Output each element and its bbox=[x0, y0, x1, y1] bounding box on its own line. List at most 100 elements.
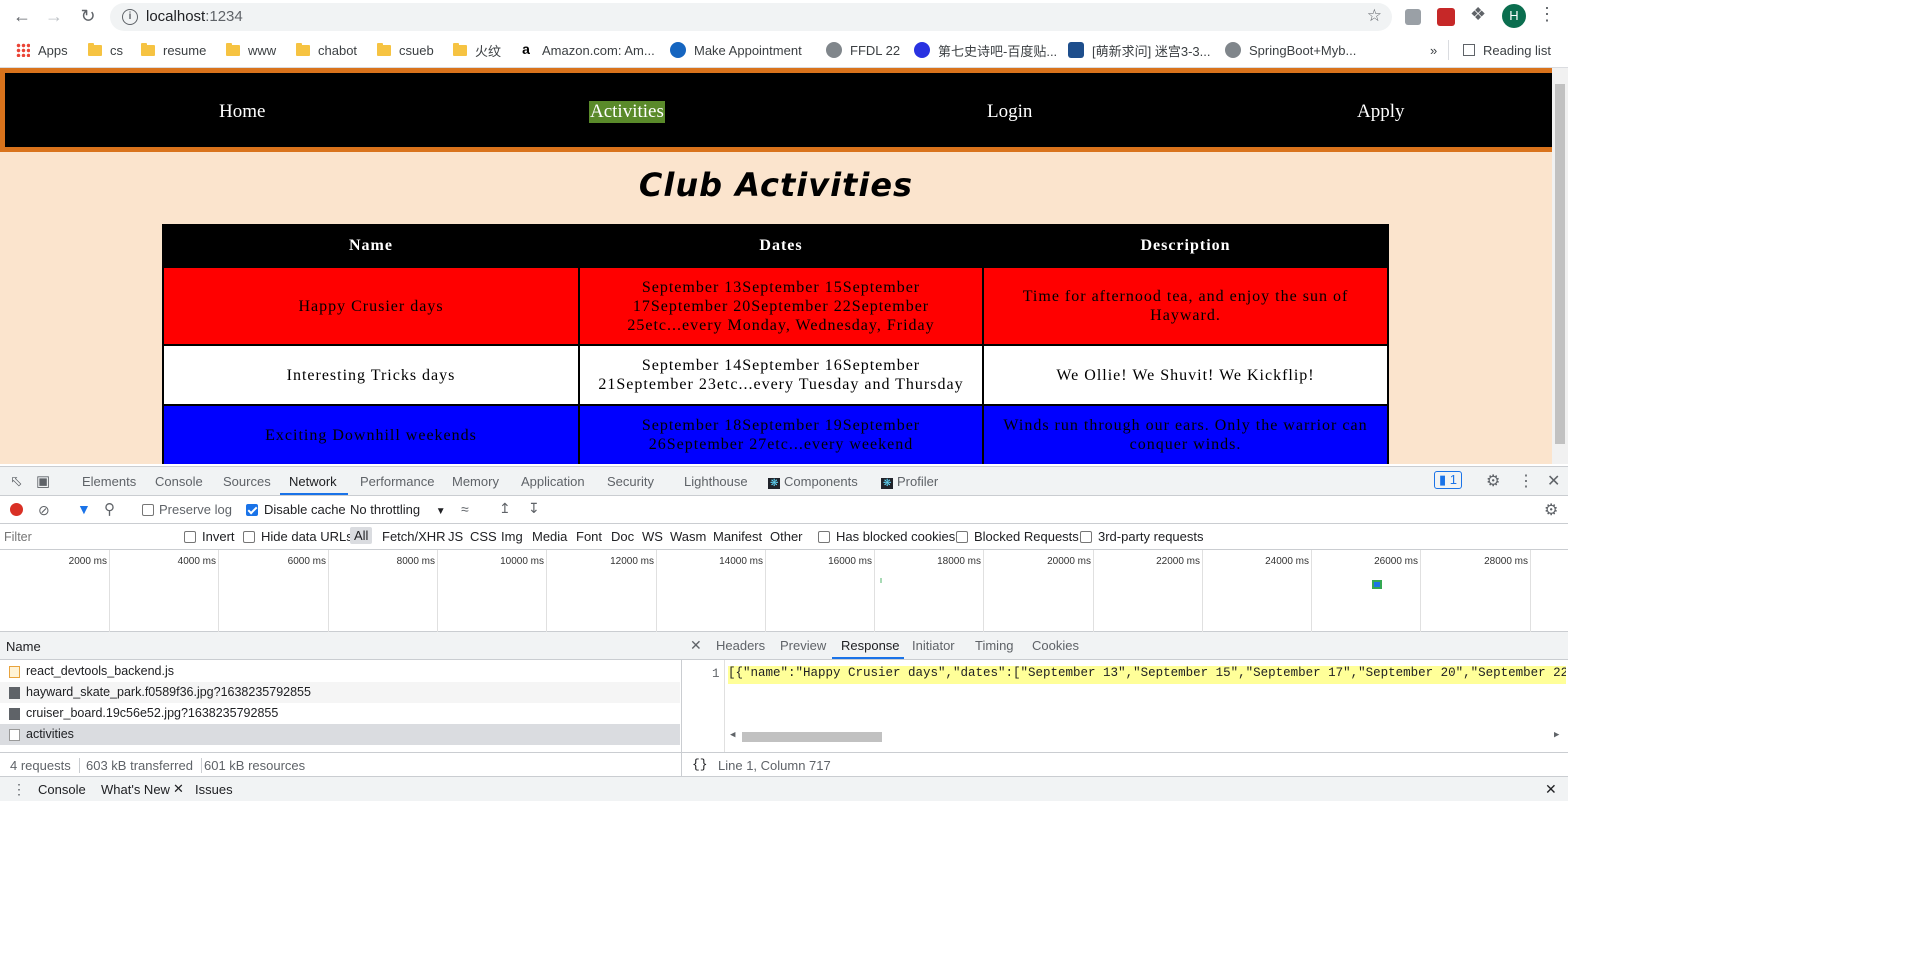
pretty-print-icon[interactable]: {} bbox=[692, 757, 708, 772]
device-toolbar-icon[interactable]: ▣ bbox=[36, 472, 50, 490]
request-row[interactable]: react_devtools_backend.js bbox=[0, 661, 680, 682]
address-bar[interactable]: i localhost:1234 ☆ bbox=[110, 3, 1392, 31]
preserve-log-checkbox[interactable] bbox=[142, 504, 154, 516]
reload-icon[interactable]: ↻ bbox=[76, 4, 100, 28]
network-overview-timeline[interactable]: 2000 ms 4000 ms 6000 ms 8000 ms 10000 ms… bbox=[0, 550, 1568, 632]
filter-type-wasm[interactable]: Wasm bbox=[670, 529, 706, 544]
tab-initiator[interactable]: Initiator bbox=[912, 638, 955, 653]
issues-badge[interactable]: ▮ 1 bbox=[1434, 471, 1462, 489]
forward-icon[interactable]: → bbox=[42, 4, 66, 28]
network-conditions-icon[interactable]: ≈ bbox=[461, 501, 469, 517]
tab-security[interactable]: Security bbox=[607, 474, 654, 489]
scrollbar-thumb[interactable] bbox=[742, 732, 882, 742]
tab-lighthouse[interactable]: Lighthouse bbox=[684, 474, 748, 489]
tab-application[interactable]: Application bbox=[521, 474, 585, 489]
nav-apply[interactable]: Apply bbox=[1357, 101, 1405, 123]
more-options-icon[interactable]: ⋮ bbox=[1518, 471, 1534, 491]
bookmark-folder[interactable]: www bbox=[226, 40, 276, 60]
name-column-header[interactable]: Name bbox=[6, 639, 41, 654]
drawer-tab-whats-new[interactable]: What's New bbox=[101, 782, 170, 797]
filter-type-other[interactable]: Other bbox=[770, 529, 803, 544]
tab-elements[interactable]: Elements bbox=[82, 474, 136, 489]
tab-sources[interactable]: Sources bbox=[223, 474, 271, 489]
tab-cookies[interactable]: Cookies bbox=[1032, 638, 1079, 653]
scroll-right-icon[interactable]: ▶ bbox=[1554, 730, 1559, 740]
extension-icon[interactable] bbox=[1437, 8, 1455, 26]
request-row[interactable]: hayward_skate_park.f0589f36.jpg?16382357… bbox=[0, 682, 680, 703]
settings-gear-icon[interactable]: ⚙ bbox=[1486, 471, 1500, 491]
invert-checkbox[interactable] bbox=[184, 531, 196, 543]
close-details-icon[interactable]: ✕ bbox=[690, 637, 702, 654]
reading-list[interactable]: Reading list bbox=[1448, 40, 1551, 60]
extension-icon[interactable] bbox=[1405, 9, 1421, 25]
third-party-checkbox[interactable] bbox=[1080, 531, 1092, 543]
tab-profiler[interactable]: ❋ Profiler bbox=[881, 474, 938, 489]
profile-avatar[interactable]: H bbox=[1502, 4, 1526, 28]
bookmark-springboot[interactable]: SpringBoot+Myb... bbox=[1225, 40, 1356, 60]
tab-memory[interactable]: Memory bbox=[452, 474, 499, 489]
tab-headers[interactable]: Headers bbox=[716, 638, 765, 653]
response-viewer[interactable]: 1 [{"name":"Happy Crusier days","dates":… bbox=[682, 660, 1568, 752]
request-row-selected[interactable]: activities bbox=[0, 724, 680, 745]
filter-type-doc[interactable]: Doc bbox=[611, 529, 634, 544]
bookmark-amazon[interactable]: a Amazon.com: Am... bbox=[518, 40, 655, 60]
nav-home[interactable]: Home bbox=[219, 101, 265, 123]
scroll-left-icon[interactable]: ◀ bbox=[730, 730, 735, 740]
disable-cache-checkbox[interactable] bbox=[246, 504, 258, 516]
tab-timing[interactable]: Timing bbox=[975, 638, 1014, 653]
bookmarks-overflow[interactable]: » bbox=[1430, 40, 1437, 60]
blocked-requests-checkbox[interactable] bbox=[956, 531, 968, 543]
page-scrollbar[interactable] bbox=[1552, 68, 1568, 464]
site-info-icon[interactable]: i bbox=[122, 9, 138, 25]
export-har-icon[interactable]: ↧ bbox=[528, 500, 540, 517]
inspect-element-icon[interactable]: ⬁ bbox=[10, 472, 23, 490]
bookmark-tieba[interactable]: 第七史诗吧-百度贴... bbox=[914, 40, 1057, 60]
throttling-select[interactable]: No throttling ▼ bbox=[350, 502, 446, 517]
tab-response[interactable]: Response bbox=[841, 638, 900, 653]
has-blocked-cookies-checkbox[interactable] bbox=[818, 531, 830, 543]
bookmark-ffdl[interactable]: FFDL 22 bbox=[826, 40, 900, 60]
close-devtools-icon[interactable]: ✕ bbox=[1547, 471, 1560, 491]
hide-data-urls-checkbox[interactable] bbox=[243, 531, 255, 543]
close-tab-icon[interactable]: ✕ bbox=[173, 781, 184, 797]
filter-type-font[interactable]: Font bbox=[576, 529, 602, 544]
filter-type-ws[interactable]: WS bbox=[642, 529, 663, 544]
bookmark-folder[interactable]: resume bbox=[141, 40, 206, 60]
nav-activities[interactable]: Activities bbox=[589, 101, 665, 123]
horizontal-scrollbar[interactable]: ◀ ▶ bbox=[730, 730, 1566, 744]
bookmark-star-icon[interactable]: ☆ bbox=[1367, 6, 1382, 26]
scrollbar-thumb[interactable] bbox=[1555, 84, 1565, 444]
bookmark-folder[interactable]: cs bbox=[88, 40, 123, 60]
bookmark-folder[interactable]: chabot bbox=[296, 40, 357, 60]
drawer-tab-console[interactable]: Console bbox=[38, 782, 86, 797]
close-drawer-icon[interactable]: ✕ bbox=[1545, 781, 1557, 798]
drawer-menu-icon[interactable]: ⋮ bbox=[12, 781, 26, 798]
request-row[interactable]: cruiser_board.19c56e52.jpg?1638235792855 bbox=[0, 703, 680, 724]
filter-type-media[interactable]: Media bbox=[532, 529, 567, 544]
tab-performance[interactable]: Performance bbox=[360, 474, 434, 489]
tab-network[interactable]: Network bbox=[289, 474, 337, 489]
network-settings-gear-icon[interactable]: ⚙ bbox=[1544, 500, 1558, 520]
filter-type-fetch-xhr[interactable]: Fetch/XHR bbox=[382, 529, 446, 544]
bookmark-folder[interactable]: 火纹 bbox=[453, 40, 501, 60]
bookmark-apps[interactable]: Apps bbox=[16, 40, 68, 60]
back-icon[interactable]: ← bbox=[10, 4, 34, 28]
tab-console[interactable]: Console bbox=[155, 474, 203, 489]
tab-preview[interactable]: Preview bbox=[780, 638, 826, 653]
more-menu-icon[interactable]: ⋮ bbox=[1538, 4, 1556, 25]
drawer-tab-issues[interactable]: Issues bbox=[195, 782, 233, 797]
bookmark-nga[interactable]: [萌新求问] 迷宫3-3... bbox=[1068, 40, 1210, 60]
filter-type-all[interactable]: All bbox=[350, 527, 373, 544]
search-icon[interactable]: ⚲ bbox=[104, 500, 115, 518]
import-har-icon[interactable]: ↥ bbox=[499, 500, 511, 517]
nav-login[interactable]: Login bbox=[987, 101, 1032, 123]
bookmark-appointment[interactable]: Make Appointment bbox=[670, 40, 802, 60]
record-icon[interactable] bbox=[10, 503, 23, 516]
filter-type-img[interactable]: Img bbox=[501, 529, 523, 544]
clear-icon[interactable]: ⊘ bbox=[38, 502, 50, 519]
bookmark-folder[interactable]: csueb bbox=[377, 40, 434, 60]
filter-type-css[interactable]: CSS bbox=[470, 529, 497, 544]
tab-components[interactable]: ❋ Components bbox=[768, 474, 858, 489]
puzzle-extensions-icon[interactable]: ❖ bbox=[1470, 4, 1490, 24]
filter-funnel-icon[interactable]: ▼ bbox=[77, 501, 91, 517]
